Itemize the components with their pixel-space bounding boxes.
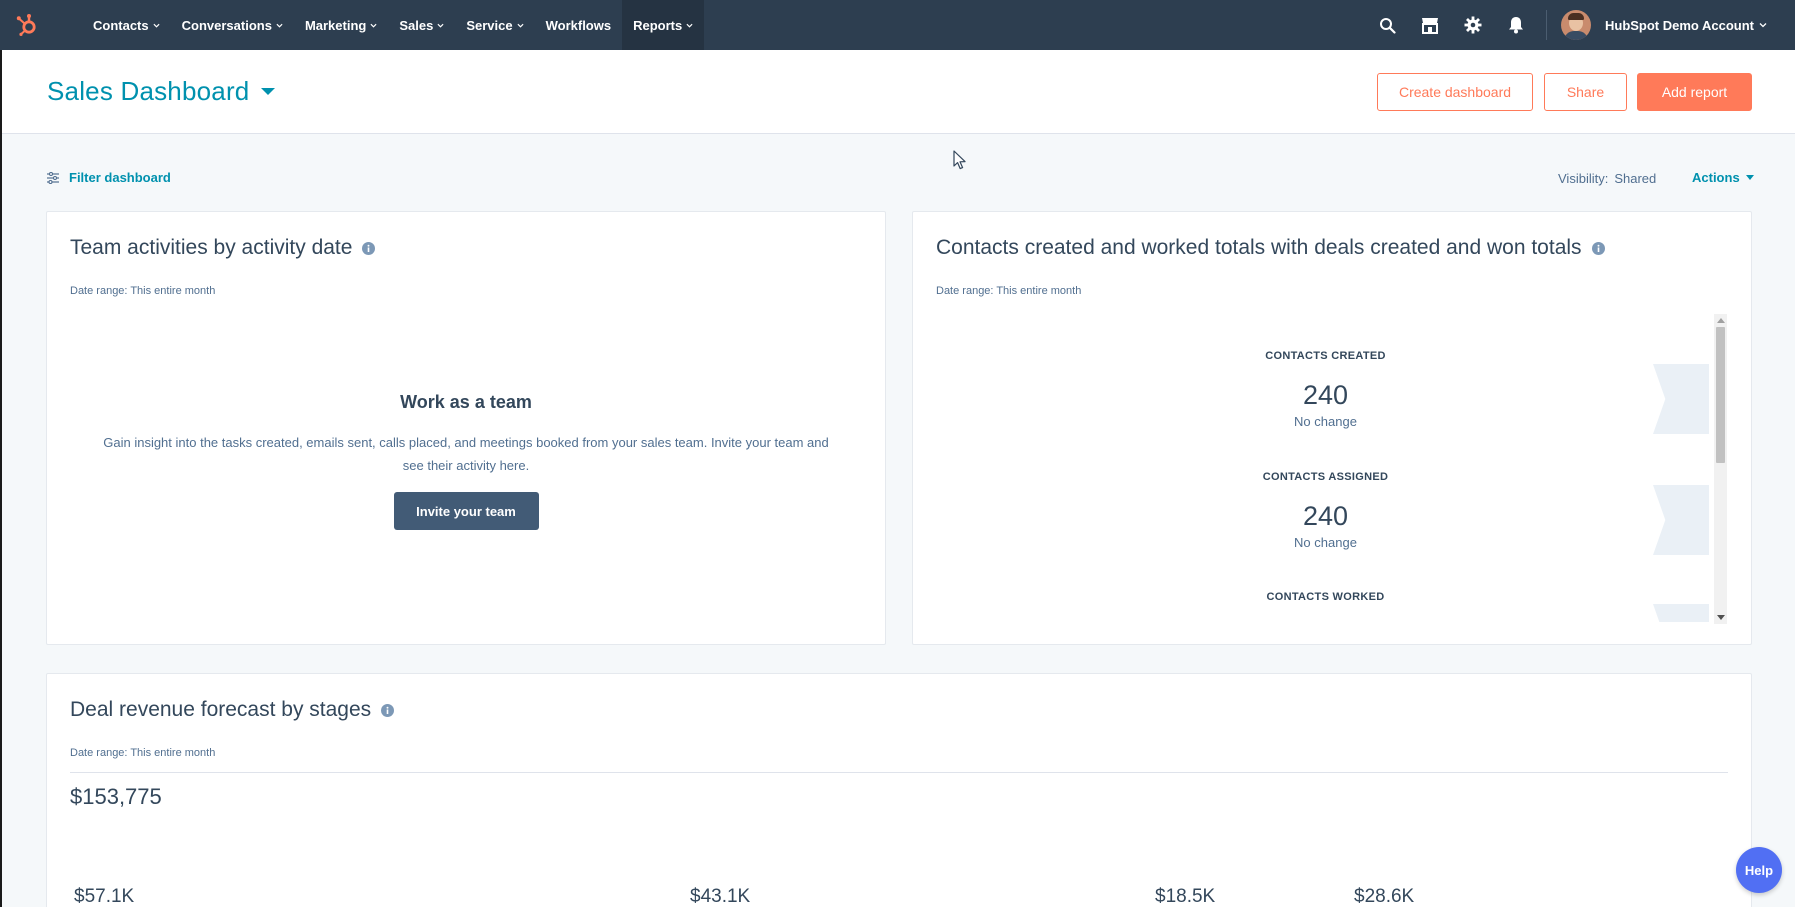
account-name: HubSpot Demo Account — [1604, 17, 1754, 33]
stage-value-label: $43.1K — [690, 886, 751, 907]
nav-utilities: HubSpot Demo Account — [1366, 0, 1795, 50]
notifications-icon[interactable] — [1495, 0, 1538, 50]
date-range: Date range: This entire month — [70, 747, 216, 759]
top-navigation: Contacts Conversations Marketing Sales S… — [0, 0, 1795, 50]
date-range: Date range: This entire month — [70, 285, 216, 297]
chevron-down-icon — [153, 23, 160, 28]
dashboard-selector[interactable]: Sales Dashboard — [47, 76, 276, 107]
nav-item-label: Conversations — [181, 17, 272, 33]
card-title: Deal revenue forecast by stages — [70, 698, 395, 722]
nav-divider — [1545, 10, 1547, 40]
create-dashboard-button[interactable]: Create dashboard — [1377, 73, 1533, 111]
add-report-button[interactable]: Add report — [1637, 73, 1752, 111]
dashboard-header: Sales Dashboard Create dashboard Share A… — [2, 50, 1795, 134]
caret-down-icon — [261, 88, 276, 95]
nav-item-conversations[interactable]: Conversations — [171, 0, 294, 50]
nav-menu: Contacts Conversations Marketing Sales S… — [82, 0, 705, 50]
nav-item-marketing[interactable]: Marketing — [294, 0, 388, 50]
kpi-funnel-list[interactable]: CONTACTS CREATED 240 No change CONTACTS … — [913, 312, 1718, 622]
nav-item-label: Workflows — [545, 17, 612, 33]
chevron-down-icon — [370, 23, 377, 28]
kpi-contacts-created: CONTACTS CREATED 240 No change — [913, 350, 1718, 429]
chevron-down-icon — [437, 23, 444, 28]
card-title: Contacts created and worked totals with … — [936, 236, 1605, 260]
settings-icon[interactable] — [1452, 0, 1495, 50]
help-button[interactable]: Help — [1736, 847, 1782, 893]
nav-item-sales[interactable]: Sales — [388, 0, 455, 50]
card-title-text: Team activities by activity date — [70, 236, 353, 259]
deal-revenue-card: Deal revenue forecast by stages Date ran… — [46, 673, 1752, 907]
actions-label: Actions — [1692, 170, 1740, 185]
scroll-up-arrow[interactable] — [1717, 318, 1725, 323]
filter-dashboard-label: Filter dashboard — [69, 170, 171, 185]
hubspot-logo-icon[interactable] — [2, 0, 52, 50]
window-edge — [0, 0, 2, 907]
nav-item-service[interactable]: Service — [455, 0, 534, 50]
nav-item-contacts[interactable]: Contacts — [82, 0, 171, 50]
invite-team-button[interactable]: Invite your team — [393, 492, 539, 530]
card-divider — [70, 772, 1728, 773]
kpi-label: CONTACTS CREATED — [1265, 350, 1386, 362]
team-activities-card: Team activities by activity date Date ra… — [46, 211, 886, 645]
actions-dropdown[interactable]: Actions — [1692, 170, 1754, 185]
nav-item-workflows[interactable]: Workflows — [535, 0, 623, 50]
chevron-down-icon — [1759, 23, 1767, 28]
chevron-down-icon — [686, 23, 693, 28]
kpi-change: No change — [1294, 535, 1357, 550]
kpi-label: CONTACTS ASSIGNED — [1262, 471, 1389, 483]
empty-state: Work as a team Gain insight into the tas… — [47, 392, 885, 530]
stage-value-label: $28.6K — [1354, 886, 1415, 907]
date-range: Date range: This entire month — [936, 285, 1082, 297]
kpi-contacts-assigned: CONTACTS ASSIGNED 240 No change — [913, 471, 1718, 550]
filter-dashboard-link[interactable]: Filter dashboard — [47, 170, 171, 185]
kpi-scrollbar[interactable] — [1714, 314, 1727, 624]
kpi-contacts-worked: CONTACTS WORKED — [913, 591, 1718, 603]
stage-value-label: $18.5K — [1155, 886, 1216, 907]
info-icon[interactable] — [1591, 241, 1605, 255]
kpi-change: No change — [1294, 414, 1357, 429]
kpi-value: 240 — [1302, 501, 1349, 531]
empty-state-title: Work as a team — [400, 392, 532, 412]
info-icon[interactable] — [362, 241, 376, 255]
visibility-label: Visibility: — [1558, 171, 1609, 186]
account-menu[interactable]: HubSpot Demo Account — [1605, 18, 1767, 33]
nav-item-label: Service — [466, 17, 513, 33]
nav-item-label: Contacts — [93, 17, 149, 33]
nav-item-reports[interactable]: Reports — [622, 0, 705, 50]
share-button[interactable]: Share — [1544, 73, 1627, 111]
info-icon[interactable] — [381, 703, 395, 717]
funnel-step-shape — [1653, 604, 1709, 622]
empty-state-description: Gain insight into the tasks created, ema… — [103, 435, 829, 473]
card-title-text: Contacts created and worked totals with … — [936, 236, 1582, 259]
caret-down-icon — [1745, 175, 1754, 180]
mouse-cursor-icon — [953, 150, 966, 170]
page-title: Sales Dashboard — [47, 76, 250, 106]
kpi-value: 240 — [1302, 380, 1349, 410]
nav-item-label: Sales — [399, 17, 434, 33]
marketplace-icon[interactable] — [1409, 0, 1452, 50]
nav-item-label: Reports — [633, 17, 683, 33]
card-title-text: Deal revenue forecast by stages — [70, 698, 372, 721]
contacts-totals-card: Contacts created and worked totals with … — [912, 211, 1752, 645]
scroll-thumb[interactable] — [1716, 327, 1725, 463]
revenue-total: $153,775 — [70, 784, 162, 809]
avatar[interactable] — [1560, 10, 1591, 40]
kpi-label: CONTACTS WORKED — [1266, 591, 1385, 603]
chevron-down-icon — [517, 23, 524, 28]
search-icon[interactable] — [1366, 0, 1409, 50]
chevron-down-icon — [276, 23, 283, 28]
stage-value-label: $57.1K — [74, 886, 135, 907]
visibility-status: Visibility: Shared — [1558, 171, 1656, 186]
visibility-value: Shared — [1614, 171, 1657, 186]
card-title: Team activities by activity date — [70, 236, 376, 260]
filter-sliders-icon — [47, 171, 59, 184]
nav-item-label: Marketing — [304, 17, 367, 33]
scroll-down-arrow[interactable] — [1717, 615, 1725, 620]
